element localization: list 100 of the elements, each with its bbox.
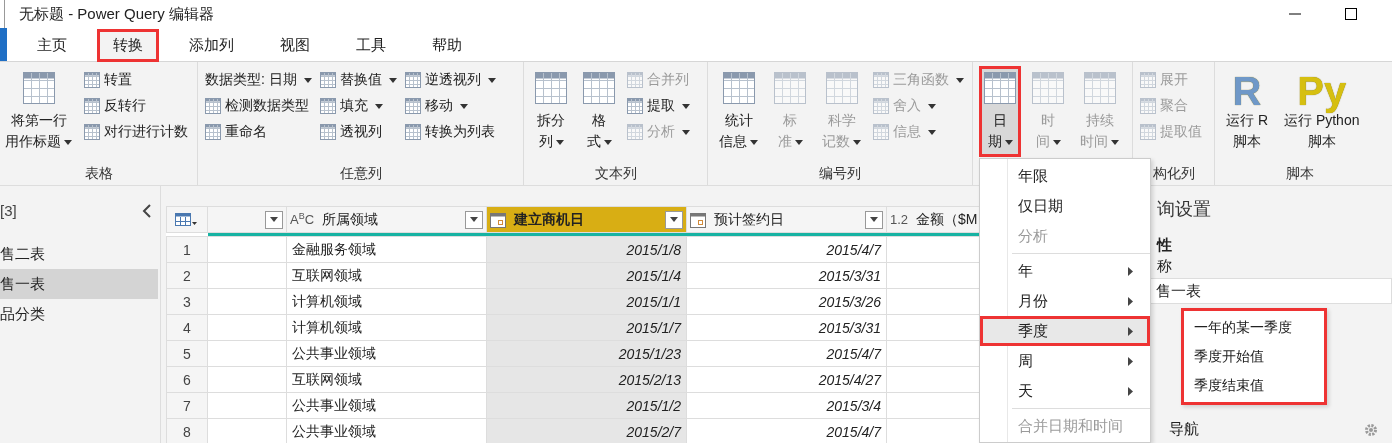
- grid-icon: [205, 124, 221, 140]
- caret-icon: [64, 139, 72, 145]
- caret-icon: [682, 129, 690, 135]
- ribbon-button[interactable]: 日 期: [979, 66, 1021, 157]
- ribbon-tab[interactable]: 工具: [340, 29, 402, 62]
- ribbon-button[interactable]: 转置: [83, 68, 189, 92]
- menu-item[interactable]: 季度结束值: [1184, 371, 1324, 400]
- filter-button[interactable]: [265, 210, 283, 229]
- menu-item[interactable]: 年限: [980, 161, 1150, 191]
- applied-step[interactable]: 导航: [1169, 420, 1392, 439]
- ribbon-tab[interactable]: 帮助: [416, 29, 478, 62]
- caret-icon: [670, 217, 678, 222]
- filter-button[interactable]: [665, 210, 683, 229]
- caret-icon: [1004, 139, 1013, 145]
- caret-icon: [470, 217, 478, 222]
- table-cell: 2015/1/1: [486, 288, 687, 315]
- caret-icon: [956, 77, 964, 83]
- table-cell: 2015/4/7: [686, 340, 887, 367]
- ribbon-tab[interactable]: 视图: [264, 29, 326, 62]
- table-cell: 2015/2/13: [486, 366, 687, 393]
- row-number: 5: [166, 340, 208, 367]
- query-item[interactable]: 售一表: [0, 269, 158, 299]
- caret-icon: [750, 139, 758, 145]
- ribbon-button[interactable]: 提取: [626, 94, 691, 118]
- ribbon-button[interactable]: 统计 信息: [714, 66, 763, 157]
- grid-icon: [774, 72, 806, 104]
- grid-icon: [627, 72, 643, 88]
- grid-icon: [319, 124, 336, 140]
- grid-icon: [319, 72, 336, 88]
- table-cell: 互联网领域: [286, 262, 487, 289]
- submenu-arrow-icon: [1128, 356, 1133, 366]
- ribbon-button[interactable]: 重命名: [204, 120, 313, 144]
- ribbon-button[interactable]: Py 运行 Python 脚本: [1279, 66, 1365, 157]
- table-cell: 计算机领域: [286, 288, 487, 315]
- ribbon-button[interactable]: 格 式: [578, 66, 620, 157]
- table-cell: 金融服务领域: [286, 236, 487, 263]
- caret-icon: [794, 139, 803, 145]
- grid-icon: [873, 124, 889, 140]
- table-menu-icon: [175, 212, 197, 227]
- ribbon-button[interactable]: 检测数据类型: [204, 94, 313, 118]
- grid-icon: [319, 98, 336, 114]
- menu-item[interactable]: 天: [980, 376, 1150, 406]
- table-cell: 2015/3/31: [686, 314, 887, 341]
- section-title: 性: [1157, 236, 1173, 255]
- grid-icon: [583, 72, 615, 104]
- field-label: 称: [1157, 257, 1173, 276]
- column-header[interactable]: 建立商机日: [486, 206, 687, 233]
- ribbon-button[interactable]: 移动: [403, 94, 497, 118]
- grid-icon: [205, 98, 221, 114]
- column-header[interactable]: 预计签约日: [686, 206, 887, 233]
- ribbon-tab[interactable]: 转换: [97, 29, 159, 62]
- row-number: 4: [166, 314, 208, 341]
- menu-item[interactable]: 周: [980, 346, 1150, 376]
- ribbon-tab[interactable]: 主页: [21, 29, 83, 62]
- filter-button[interactable]: [865, 210, 883, 229]
- table-cell: 公共事业领域: [286, 340, 487, 367]
- ribbon-button[interactable]: 填充: [318, 94, 398, 118]
- ribbon-button[interactable]: 逆透视列: [403, 68, 497, 92]
- grid-icon: [22, 72, 55, 104]
- caret-icon: [459, 103, 468, 109]
- caret-icon: [555, 139, 564, 145]
- ribbon-button[interactable]: 拆分 列: [530, 66, 572, 157]
- calendar-icon: [690, 211, 706, 228]
- collapse-icon: [142, 203, 152, 218]
- menu-item[interactable]: 季度开始值: [1184, 342, 1324, 371]
- menu-item[interactable]: 一年的某一季度: [1184, 313, 1324, 342]
- settings-icon: [1364, 422, 1378, 437]
- query-item[interactable]: 品分类: [0, 299, 158, 329]
- grid-icon: [84, 98, 100, 114]
- filter-button[interactable]: [465, 210, 483, 229]
- column-title: 金额（$M: [916, 210, 979, 229]
- caret-icon: [388, 77, 397, 83]
- ribbon-button[interactable]: 替换值: [318, 68, 398, 92]
- ribbon-button[interactable]: 对行进行计数: [83, 120, 189, 144]
- ribbon-button[interactable]: 透视列: [318, 120, 398, 144]
- menu-item[interactable]: 季度: [980, 316, 1150, 346]
- grid-icon: [825, 72, 858, 104]
- window-title: 无标题 - Power Query 编辑器: [19, 4, 215, 24]
- table-cell: 2015/4/27: [686, 366, 887, 393]
- ribbon-button[interactable]: 转换为列表: [403, 120, 497, 144]
- group-label: 表格: [84, 164, 113, 183]
- pane-title: 询设置: [1157, 198, 1212, 221]
- grid-icon: [984, 72, 1016, 104]
- row-number: 1: [166, 236, 208, 263]
- row-number: 8: [166, 418, 208, 443]
- grid-icon: [627, 98, 643, 114]
- ribbon-button[interactable]: 数据类型: 日期: [204, 68, 313, 92]
- query-item[interactable]: 售二表: [0, 239, 158, 269]
- ribbon-button[interactable]: 反转行: [83, 94, 189, 118]
- caret-icon: [487, 77, 496, 83]
- row-number: 6: [166, 366, 208, 393]
- caret-icon: [928, 103, 936, 109]
- group-label: 脚本: [1286, 164, 1314, 183]
- ribbon-tab[interactable]: 添加列: [173, 29, 250, 62]
- column-header[interactable]: A$^{B}$C 所属领域: [286, 206, 487, 233]
- maximize-icon: [1344, 7, 1358, 21]
- ribbon-button[interactable]: R 运行 R 脚本: [1221, 66, 1273, 157]
- column-title: 预计签约日: [714, 210, 785, 229]
- ribbon-button[interactable]: 将第一行 用作标题: [0, 66, 77, 157]
- caret-icon: [853, 139, 861, 145]
